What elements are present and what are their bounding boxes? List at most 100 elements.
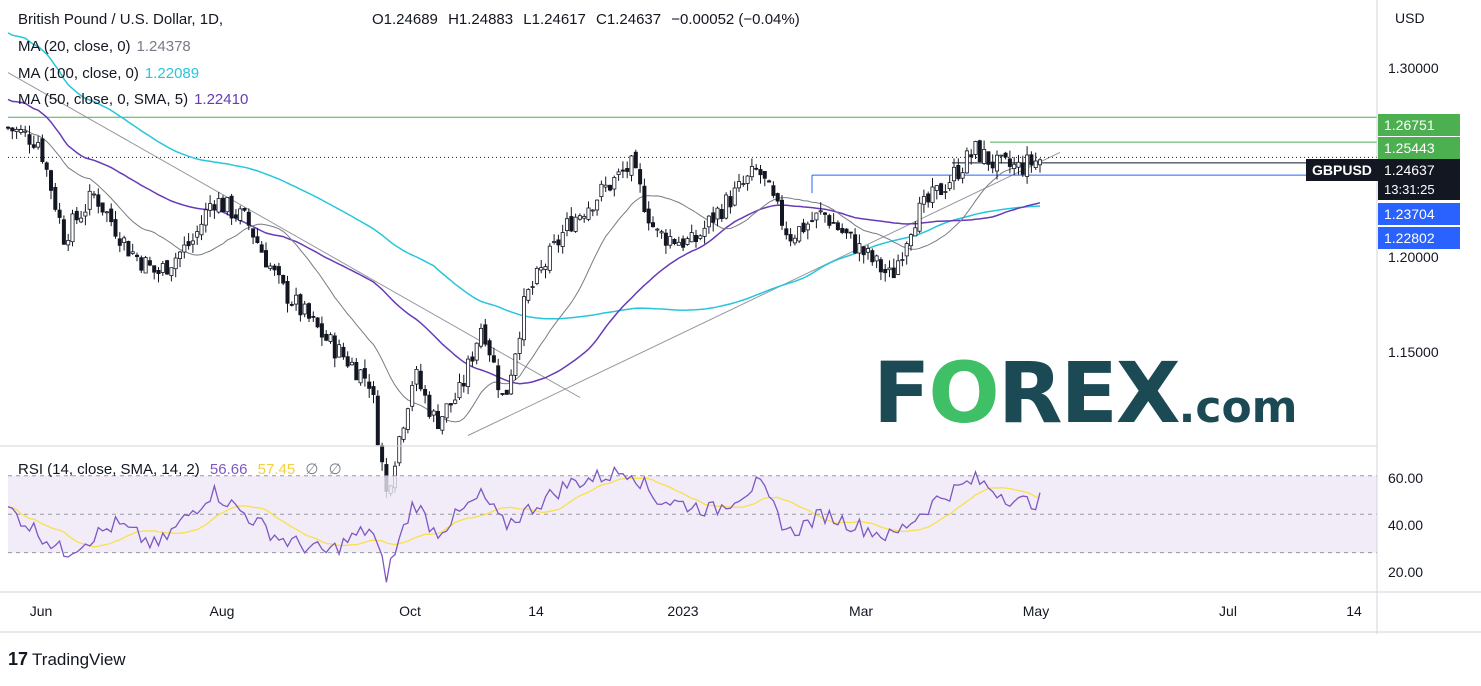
ohlc-open: O1.24689 [372, 11, 438, 28]
candle-body [509, 374, 514, 395]
candle [1033, 152, 1038, 170]
candle [663, 229, 668, 254]
candle [96, 188, 101, 214]
level-tag-2: 1.25443 [1378, 137, 1460, 159]
candle-body [453, 399, 458, 404]
candle-body [246, 211, 251, 226]
candle [496, 358, 501, 398]
candle [715, 206, 720, 227]
candle-body [195, 231, 200, 238]
candle [840, 223, 845, 235]
candle-body [556, 239, 561, 246]
ma20-label: MA (20, close, 0) [18, 38, 131, 55]
candle-body [160, 263, 165, 273]
candle-body [775, 193, 780, 202]
candle-body [758, 169, 763, 176]
candle-body [668, 236, 673, 246]
candle-body [272, 265, 277, 271]
ma20-legend[interactable]: MA (20, close, 0) 1.24378 [18, 38, 191, 55]
candle [324, 330, 329, 342]
candle [92, 190, 97, 199]
candle [371, 381, 376, 404]
candle [504, 389, 509, 395]
candle-body [685, 238, 690, 245]
candle-body [762, 170, 767, 179]
candle [259, 241, 264, 253]
candle-body [229, 195, 234, 219]
candle [195, 225, 200, 246]
candle [126, 240, 131, 257]
ohlc-low: L1.24617 [523, 11, 586, 28]
candle [547, 243, 552, 274]
candle-body [754, 167, 759, 170]
candle [139, 255, 144, 274]
candle-body [659, 231, 664, 234]
candle-body [375, 395, 380, 446]
candle-body [285, 280, 290, 304]
candle [861, 245, 866, 264]
rsi-extra-1: ∅ [305, 461, 319, 478]
candle [990, 154, 995, 174]
candle [689, 224, 694, 243]
candle-body [212, 204, 217, 210]
ma100-legend[interactable]: MA (100, close, 0) 1.22089 [18, 65, 199, 82]
candle [891, 258, 896, 279]
candle-body [444, 403, 449, 419]
candle [113, 210, 118, 239]
candle [745, 175, 750, 191]
candle [49, 169, 54, 200]
watermark-rex: REX [997, 344, 1181, 442]
candle [315, 317, 320, 329]
candle-body [676, 241, 681, 246]
tradingview-logo[interactable]: 17 TradingView [8, 649, 126, 670]
candle [375, 390, 380, 446]
candle-body [990, 161, 995, 169]
candle [6, 126, 11, 131]
candle [36, 136, 41, 150]
candle [964, 147, 969, 174]
ma50-legend[interactable]: MA (50, close, 0, SMA, 5) 1.22410 [18, 91, 248, 108]
candle [328, 332, 333, 344]
candle-body [96, 194, 101, 207]
candle-body [930, 186, 935, 203]
candle [414, 365, 419, 392]
candle-body [23, 130, 28, 133]
candle-body [586, 207, 591, 220]
candle [719, 203, 724, 222]
rsi-legend[interactable]: RSI (14, close, SMA, 14, 2) 56.66 57.45 … [18, 460, 348, 478]
rsi-tick-20: 20.00 [1388, 564, 1424, 580]
candle-body [448, 403, 453, 406]
candle-body [332, 335, 337, 359]
candle-body [827, 215, 832, 226]
candle-body [921, 196, 926, 205]
rsi-sma-value: 57.45 [257, 461, 296, 478]
candle-body [917, 202, 922, 232]
candle [435, 404, 440, 430]
candle-body [947, 182, 952, 190]
candle [762, 170, 767, 187]
candle [311, 311, 316, 323]
candle-body [242, 207, 247, 211]
candle-body [582, 215, 587, 219]
candle-body [788, 234, 793, 242]
candle [870, 248, 875, 266]
candle [1020, 155, 1025, 177]
candle [814, 212, 819, 229]
candle [466, 355, 471, 395]
candle [792, 234, 797, 246]
candle [694, 229, 699, 248]
time-label-mar: Mar [848, 603, 874, 619]
candle-body [414, 368, 419, 385]
candle-body [461, 382, 466, 387]
candle [977, 139, 982, 163]
candle [590, 209, 595, 217]
candle-body [952, 166, 957, 182]
candle-body [66, 239, 71, 246]
candle [405, 407, 410, 434]
candle-body [552, 241, 557, 244]
candle [57, 202, 62, 224]
candle [853, 228, 858, 255]
candle-body [478, 327, 483, 347]
candle-body [904, 243, 909, 257]
candle-body [147, 260, 152, 266]
